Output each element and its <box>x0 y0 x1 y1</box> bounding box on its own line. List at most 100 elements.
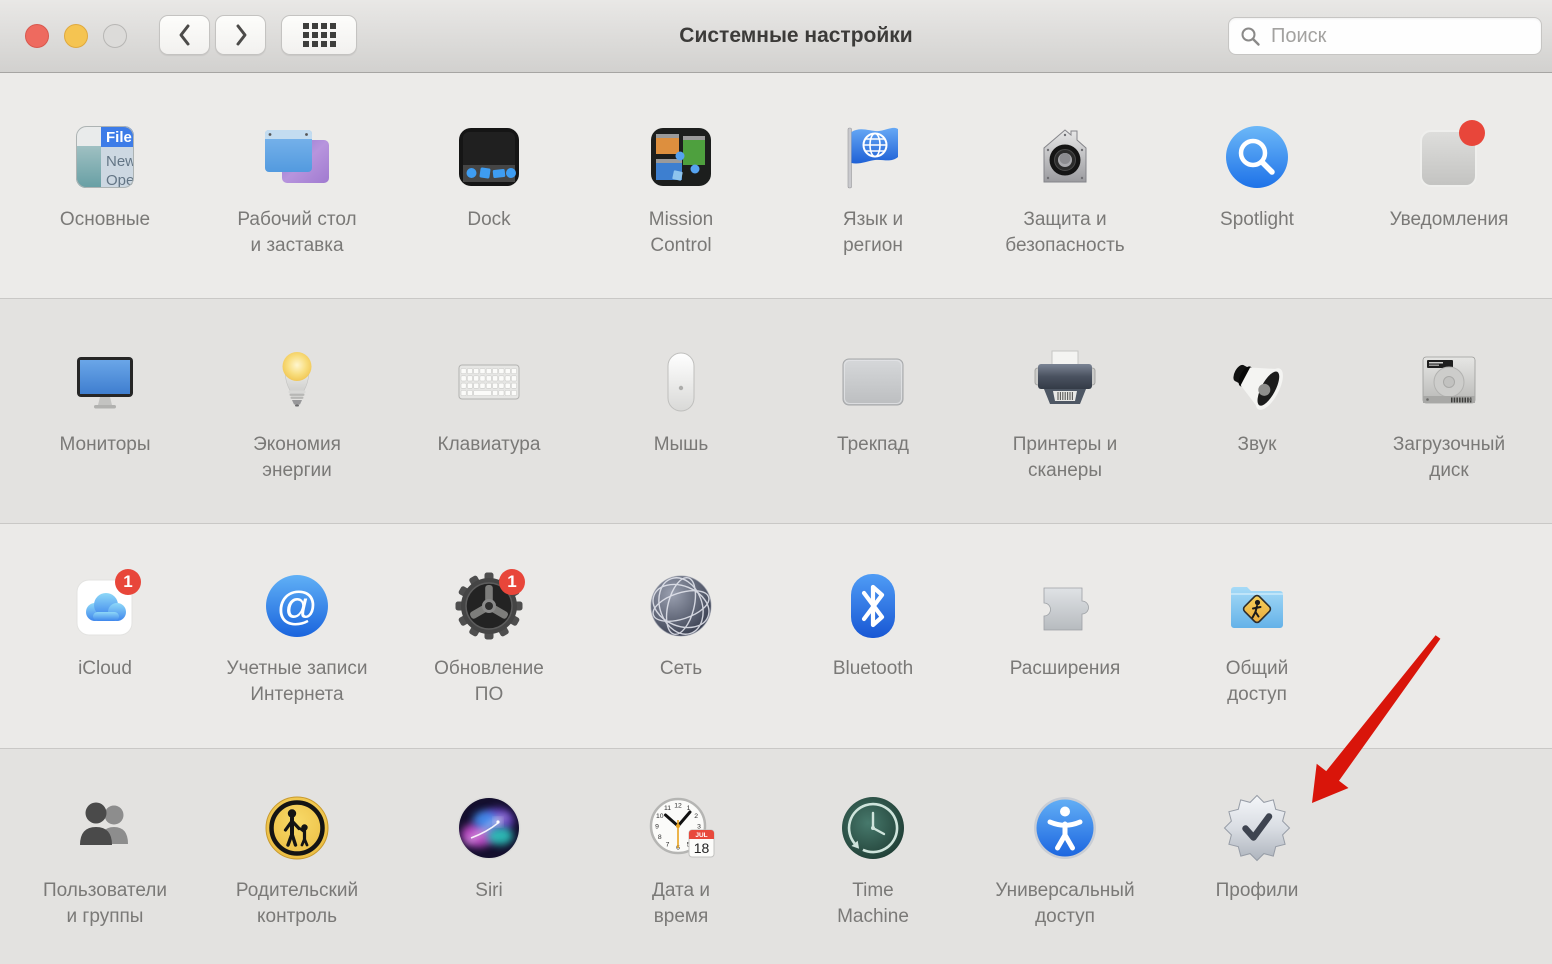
search-field[interactable] <box>1228 17 1542 55</box>
grid-icon <box>303 23 336 47</box>
preferences-row-3: 1iCloud @ Учетные записи Интернета 1 Обновле… <box>0 523 1552 748</box>
pref-item-label: Dock <box>467 207 510 233</box>
siri-icon <box>451 790 527 866</box>
language-region-icon <box>835 119 911 195</box>
pref-item-bluetooth[interactable]: Bluetooth <box>777 524 969 748</box>
mouse-icon <box>643 344 719 420</box>
pref-item-label: Универсальный доступ <box>995 878 1134 930</box>
pref-item-desktop-screensaver[interactable]: Рабочий стол и заставка <box>201 73 393 298</box>
sound-icon <box>1219 344 1295 420</box>
notification-badge: 1 <box>499 569 525 595</box>
pref-item-dock[interactable]: Dock <box>393 73 585 298</box>
pref-item-label: Spotlight <box>1220 207 1294 233</box>
pref-item-software-update[interactable]: 1 Обновление ПО <box>393 524 585 748</box>
time-machine-icon <box>835 790 911 866</box>
pref-item-label: Загрузочный диск <box>1393 432 1505 484</box>
close-button[interactable] <box>25 24 49 48</box>
pref-item-profiles[interactable]: Профили <box>1161 749 1353 964</box>
startup-disk-icon <box>1411 344 1487 420</box>
svg-text:JUL: JUL <box>695 832 707 839</box>
svg-text:Ope: Ope <box>106 172 134 189</box>
pref-item-label: Экономия энергии <box>253 432 341 484</box>
svg-text:9: 9 <box>655 823 659 830</box>
pref-item-parental-controls[interactable]: Родительский контроль <box>201 749 393 964</box>
pref-item-label: Клавиатура <box>438 432 541 458</box>
pref-item-label: Трекпад <box>837 432 909 458</box>
pref-item-label: Сеть <box>660 656 702 682</box>
printers-scanners-icon <box>1027 344 1103 420</box>
pref-item-date-time[interactable]: 123456789101112JUL18Дата и время <box>585 749 777 964</box>
svg-text:New: New <box>106 153 136 170</box>
extensions-icon <box>1027 568 1103 644</box>
pref-item-language-region[interactable]: Язык и регион <box>777 73 969 298</box>
pref-item-label: Рабочий стол и заставка <box>237 207 356 259</box>
software-update-icon: 1 <box>451 568 527 644</box>
pref-item-label: Bluetooth <box>833 656 913 682</box>
pref-item-label: Mission Control <box>649 207 713 259</box>
pref-item-label: Мониторы <box>60 432 151 458</box>
pref-item-sound[interactable]: Звук <box>1161 299 1353 523</box>
pref-item-sharing[interactable]: Общий доступ <box>1161 524 1353 748</box>
pref-item-icloud[interactable]: 1iCloud <box>9 524 201 748</box>
pref-item-printers-scanners[interactable]: Принтеры и сканеры <box>969 299 1161 523</box>
system-preferences-window: { "window": { "title": "Системные настро… <box>0 0 1552 964</box>
svg-text:18: 18 <box>694 840 710 856</box>
svg-text:8: 8 <box>658 834 662 841</box>
pref-item-label: Уведомления <box>1390 207 1509 233</box>
pref-item-trackpad[interactable]: Трекпад <box>777 299 969 523</box>
date-time-icon: 123456789101112JUL18 <box>643 790 719 866</box>
displays-icon <box>67 344 143 420</box>
forward-button[interactable] <box>215 15 266 55</box>
pref-item-label: Учетные записи Интернета <box>227 656 368 708</box>
pref-item-label: Родительский контроль <box>236 878 358 930</box>
general-icon: File New Ope <box>67 119 143 195</box>
pref-item-spotlight[interactable]: Spotlight <box>1161 73 1353 298</box>
bluetooth-icon <box>835 568 911 644</box>
sharing-icon <box>1219 568 1295 644</box>
svg-text:10: 10 <box>656 813 664 820</box>
pref-item-label: Общий доступ <box>1226 656 1289 708</box>
pref-item-mouse[interactable]: Мышь <box>585 299 777 523</box>
internet-accounts-icon: @ <box>259 568 335 644</box>
preferences-row-4: Пользователи и группы Родительский контро… <box>0 748 1552 964</box>
accessibility-icon <box>1027 790 1103 866</box>
pref-item-security-privacy[interactable]: Защита и безопасность <box>969 73 1161 298</box>
preferences-row-2: Мониторы Экономия энергии Клавиатура Мышь Тр… <box>0 298 1552 523</box>
notification-badge <box>1459 120 1485 146</box>
dock-icon <box>451 119 527 195</box>
pref-item-label: Обновление ПО <box>434 656 544 708</box>
pref-item-network[interactable]: Сеть <box>585 524 777 748</box>
pref-item-accessibility[interactable]: Универсальный доступ <box>969 749 1161 964</box>
pref-item-mission-control[interactable]: Mission Control <box>585 73 777 298</box>
show-all-button[interactable] <box>281 15 357 55</box>
pref-item-label: Расширения <box>1010 656 1121 682</box>
back-button[interactable] <box>159 15 210 55</box>
pref-item-notifications[interactable]: Уведомления <box>1353 73 1545 298</box>
notifications-icon <box>1411 119 1487 195</box>
desktop-screensaver-icon <box>259 119 335 195</box>
pref-item-label: Мышь <box>654 432 709 458</box>
parental-controls-icon <box>259 790 335 866</box>
pref-item-extensions[interactable]: Расширения <box>969 524 1161 748</box>
pref-item-time-machine[interactable]: Time Machine <box>777 749 969 964</box>
svg-text:File: File <box>106 129 132 146</box>
pref-item-internet-accounts[interactable]: @ Учетные записи Интернета <box>201 524 393 748</box>
zoom-button-disabled <box>103 24 127 48</box>
pref-item-label: Принтеры и сканеры <box>1013 432 1118 484</box>
search-input[interactable] <box>1269 24 1530 49</box>
pref-item-label: Time Machine <box>837 878 909 930</box>
pref-item-general[interactable]: FileNewOpeОсновные <box>9 73 201 298</box>
pref-item-energy-saver[interactable]: Экономия энергии <box>201 299 393 523</box>
pref-item-startup-disk[interactable]: Загрузочный диск <box>1353 299 1545 523</box>
pref-item-siri[interactable]: Siri <box>393 749 585 964</box>
pref-item-label: Защита и безопасность <box>1005 207 1124 259</box>
mission-control-icon <box>643 119 719 195</box>
preferences-row-1: FileNewOpeОсновныеРабочий стол и заставк… <box>0 73 1552 298</box>
security-privacy-icon <box>1027 119 1103 195</box>
pref-item-users-groups[interactable]: Пользователи и группы <box>9 749 201 964</box>
network-icon <box>643 568 719 644</box>
pref-item-displays[interactable]: Мониторы <box>9 299 201 523</box>
pref-item-keyboard[interactable]: Клавиатура <box>393 299 585 523</box>
svg-text:2: 2 <box>694 813 698 820</box>
minimize-button[interactable] <box>64 24 88 48</box>
